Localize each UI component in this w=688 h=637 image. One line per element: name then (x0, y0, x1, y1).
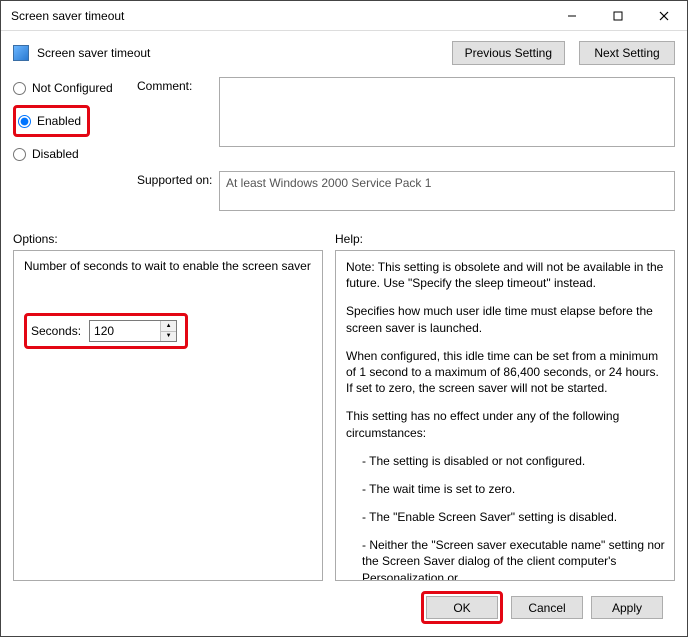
radio-enabled-label: Enabled (37, 114, 81, 128)
help-label: Help: (335, 232, 363, 246)
policy-icon (13, 45, 29, 61)
help-text: - Neither the "Screen saver executable n… (346, 537, 668, 581)
seconds-input[interactable] (90, 321, 160, 341)
radio-not-configured[interactable]: Not Configured (13, 77, 133, 99)
apply-button[interactable]: Apply (591, 596, 663, 619)
help-panel[interactable]: Note: This setting is obsolete and will … (335, 250, 675, 581)
ok-button[interactable]: OK (426, 596, 498, 619)
help-text: - The setting is disabled or not configu… (346, 453, 668, 469)
dialog-footer: OK Cancel Apply (13, 581, 675, 636)
radio-disabled[interactable]: Disabled (13, 143, 133, 165)
radio-not-configured-input[interactable] (13, 82, 26, 95)
options-description: Number of seconds to wait to enable the … (24, 259, 312, 273)
maximize-button[interactable] (595, 1, 641, 31)
cancel-button[interactable]: Cancel (511, 596, 583, 619)
comment-textarea[interactable] (219, 77, 675, 147)
radio-not-configured-label: Not Configured (32, 81, 113, 95)
help-text: Specifies how much user idle time must e… (346, 303, 668, 335)
radio-enabled-input[interactable] (18, 115, 31, 128)
options-panel: Number of seconds to wait to enable the … (13, 250, 323, 581)
maximize-icon (613, 11, 623, 21)
highlight-ok: OK (421, 591, 503, 624)
spinner-up-button[interactable]: ▲ (161, 321, 176, 331)
header-title: Screen saver timeout (37, 46, 438, 60)
help-text: When configured, this idle time can be s… (346, 348, 668, 397)
close-button[interactable] (641, 1, 687, 31)
minimize-icon (567, 11, 577, 21)
radio-enabled[interactable]: Enabled (18, 110, 81, 132)
help-text: This setting has no effect under any of … (346, 408, 668, 440)
dialog-window: Screen saver timeout Screen saver timeou… (0, 0, 688, 637)
help-text: Note: This setting is obsolete and will … (346, 259, 668, 291)
supported-label: Supported on: (137, 171, 215, 187)
spinner-down-button[interactable]: ▼ (161, 331, 176, 342)
window-title: Screen saver timeout (11, 9, 549, 23)
radio-disabled-input[interactable] (13, 148, 26, 161)
config-grid: Not Configured Enabled Disabled Comment: (13, 77, 675, 214)
close-icon (659, 11, 669, 21)
previous-setting-button[interactable]: Previous Setting (452, 41, 565, 65)
comment-label: Comment: (137, 77, 215, 93)
next-setting-button[interactable]: Next Setting (579, 41, 675, 65)
seconds-spinner[interactable]: ▲ ▼ (89, 320, 177, 342)
help-text: - The "Enable Screen Saver" setting is d… (346, 509, 668, 525)
highlight-enabled: Enabled (13, 105, 90, 137)
titlebar: Screen saver timeout (1, 1, 687, 31)
section-labels: Options: Help: (13, 232, 675, 246)
options-label: Options: (13, 232, 335, 246)
highlight-seconds: Seconds: ▲ ▼ (24, 313, 188, 349)
header-row: Screen saver timeout Previous Setting Ne… (1, 31, 687, 73)
help-text: - The wait time is set to zero. (346, 481, 668, 497)
supported-textarea (219, 171, 675, 211)
radio-disabled-label: Disabled (32, 147, 79, 161)
minimize-button[interactable] (549, 1, 595, 31)
seconds-label: Seconds: (31, 324, 81, 338)
